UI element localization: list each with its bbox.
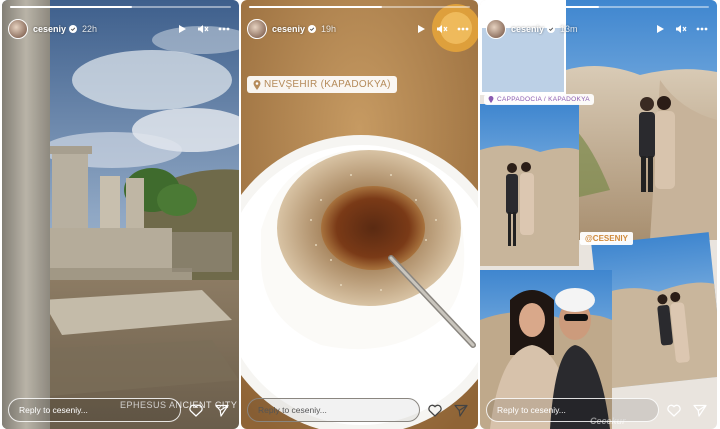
story-footer: Reply to ceseniy... (247, 397, 472, 423)
verified-badge-icon (69, 25, 78, 33)
story-timestamp: 19h (321, 24, 337, 34)
reply-input[interactable]: Reply to ceseniy... (8, 398, 181, 422)
verified-badge-icon (308, 25, 317, 33)
avatar[interactable] (247, 19, 267, 39)
send-icon[interactable] (211, 399, 233, 421)
story-header: ceseniy 19h (247, 16, 472, 42)
send-icon[interactable] (689, 399, 711, 421)
location-label: CAPPADOCIA / KAPADOKYA (497, 96, 590, 103)
verified-badge-icon (547, 25, 556, 33)
location-pin-icon (488, 96, 494, 103)
play-icon[interactable] (651, 20, 669, 38)
like-heart-icon[interactable] (185, 399, 207, 421)
story-progress-bar (488, 6, 709, 8)
mention-sticker[interactable]: @CESENIY (580, 232, 633, 245)
story-footer: Reply to ceseniy... (486, 397, 711, 423)
story-header: ceseniy 13m (486, 16, 711, 42)
send-icon[interactable] (450, 399, 472, 421)
username[interactable]: ceseniy (272, 24, 305, 34)
play-icon[interactable] (412, 20, 430, 38)
story-timestamp: 22h (82, 24, 98, 34)
mute-icon[interactable] (433, 20, 451, 38)
like-heart-icon[interactable] (663, 399, 685, 421)
username[interactable]: ceseniy (33, 24, 66, 34)
story-card-nevsehir[interactable]: NEVŞEHIR (KAPADOKYA) ceseniy 19h Reply t… (241, 0, 478, 429)
like-heart-icon[interactable] (424, 399, 446, 421)
more-options-icon[interactable] (215, 20, 233, 38)
reply-input[interactable]: Reply to ceseniy... (247, 398, 420, 422)
avatar[interactable] (8, 19, 28, 39)
avatar[interactable] (486, 19, 506, 39)
story-photo-dessert (241, 0, 478, 429)
stories-strip: EPHESUS ANCIENT CITY ceseniy 22h Reply t… (0, 0, 720, 429)
story-photo-collage (480, 0, 717, 429)
story-timestamp: 13m (560, 24, 578, 34)
story-header: ceseniy 22h (8, 16, 233, 42)
story-progress-bar (10, 6, 231, 8)
story-progress-bar (249, 6, 470, 8)
mute-icon[interactable] (672, 20, 690, 38)
more-options-icon[interactable] (454, 20, 472, 38)
story-footer: Reply to ceseniy... (8, 397, 233, 423)
more-options-icon[interactable] (693, 20, 711, 38)
story-card-ephesus[interactable]: EPHESUS ANCIENT CITY ceseniy 22h Reply t… (2, 0, 239, 429)
location-sticker[interactable]: CAPPADOCIA / KAPADOKYA (484, 94, 594, 105)
play-icon[interactable] (173, 20, 191, 38)
location-sticker[interactable]: NEVŞEHIR (KAPADOKYA) (247, 76, 397, 93)
mute-icon[interactable] (194, 20, 212, 38)
story-photo-ephesus (2, 0, 239, 429)
username[interactable]: ceseniy (511, 24, 544, 34)
reply-input[interactable]: Reply to ceseniy... (486, 398, 659, 422)
location-pin-icon (253, 79, 261, 90)
location-label: NEVŞEHIR (KAPADOKYA) (264, 79, 391, 90)
story-card-cappadocia[interactable]: CAPPADOCIA / KAPADOKYA @CESENIY Cecekur … (480, 0, 717, 429)
